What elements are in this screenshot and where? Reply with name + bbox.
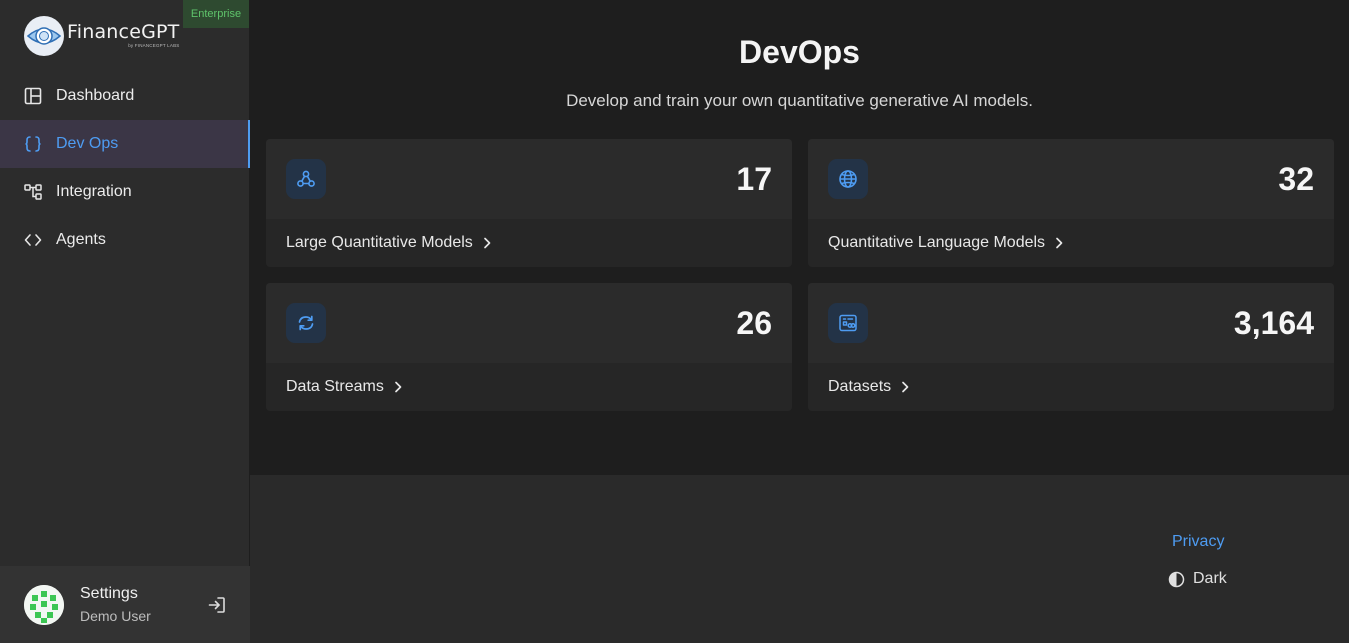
- app-byline: by FINANCEGPT LABS: [128, 43, 180, 49]
- theme-toggle[interactable]: Dark: [1168, 569, 1227, 589]
- app-logo[interactable]: FinanceGPT by FINANCEGPT LABS: [24, 16, 179, 56]
- dataset-icon: [828, 303, 868, 343]
- plan-badge: Enterprise: [183, 0, 249, 28]
- contrast-icon: [1168, 571, 1185, 588]
- card-quantitative-language-models[interactable]: 32 Quantitative Language Models: [808, 139, 1334, 267]
- privacy-link[interactable]: Privacy: [1172, 533, 1224, 551]
- sidebar-item-agents[interactable]: Agents: [0, 216, 250, 264]
- avatar[interactable]: [24, 584, 64, 625]
- user-panel[interactable]: Settings Demo User: [0, 566, 250, 643]
- sidebar-item-label: Dev Ops: [56, 135, 119, 152]
- settings-label[interactable]: Settings: [80, 585, 151, 603]
- main-content: DevOps Develop and train your own quanti…: [250, 0, 1349, 475]
- sidebar-item-dev-ops[interactable]: Dev Ops: [0, 120, 250, 168]
- card-count: 17: [736, 161, 772, 197]
- chevron-right-icon: [1053, 237, 1065, 249]
- sidebar-item-label: Dashboard: [56, 87, 135, 104]
- app-name: FinanceGPT: [67, 21, 180, 44]
- eye-logo-icon: [24, 16, 64, 56]
- page-title: DevOps: [739, 34, 860, 70]
- code-icon: [24, 231, 42, 249]
- card-data-streams[interactable]: 26 Data Streams: [266, 283, 792, 411]
- workflow-icon: [24, 183, 42, 201]
- refresh-icon: [286, 303, 326, 343]
- braces-icon: [24, 135, 42, 153]
- sidebar-item-label: Agents: [56, 231, 106, 248]
- sidebar-item-integration[interactable]: Integration: [0, 168, 250, 216]
- card-large-quantitative-models[interactable]: 17 Large Quantitative Models: [266, 139, 792, 267]
- page-subtitle: Develop and train your own quantitative …: [566, 91, 1033, 110]
- theme-label: Dark: [1193, 570, 1227, 587]
- card-label: Data Streams: [286, 378, 384, 395]
- layout-icon: [24, 87, 42, 105]
- globe-icon: [828, 159, 868, 199]
- card-count: 32: [1278, 161, 1314, 197]
- chevron-right-icon: [899, 381, 911, 393]
- sidebar: FinanceGPT by FINANCEGPT LABS Enterprise…: [0, 0, 250, 643]
- webhook-icon: [286, 159, 326, 199]
- sidebar-item-label: Integration: [56, 183, 132, 200]
- card-label: Datasets: [828, 378, 892, 395]
- card-count: 26: [736, 305, 772, 341]
- chevron-right-icon: [392, 381, 404, 393]
- chevron-right-icon: [481, 237, 493, 249]
- card-count: 3,164: [1233, 305, 1314, 341]
- sidebar-item-dashboard[interactable]: Dashboard: [0, 72, 250, 120]
- card-label: Quantitative Language Models: [828, 234, 1046, 251]
- card-datasets[interactable]: 3,164 Datasets: [808, 283, 1334, 411]
- user-name: Demo User: [80, 608, 151, 624]
- card-label: Large Quantitative Models: [286, 234, 473, 251]
- sidebar-nav: Dashboard Dev Ops Integration Agents: [0, 72, 250, 264]
- logout-icon[interactable]: [207, 595, 227, 615]
